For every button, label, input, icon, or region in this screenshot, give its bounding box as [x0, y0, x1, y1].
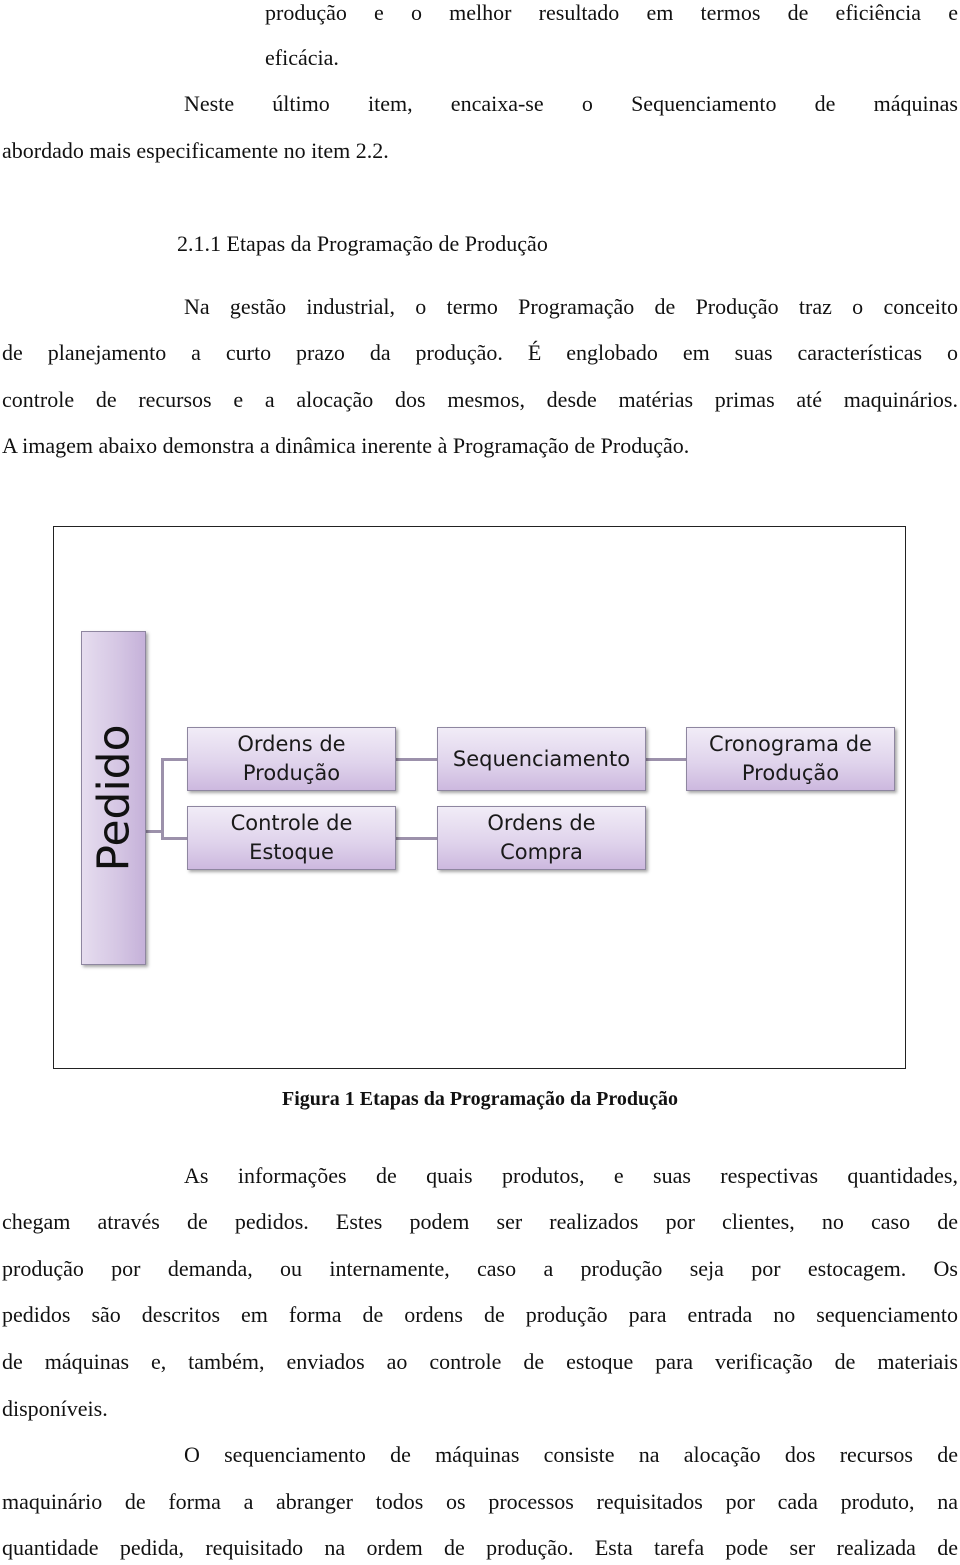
diagram-node-label: Cronograma de Produção [709, 732, 872, 785]
paragraph-line: de máquinas e, também, enviados ao contr… [2, 1349, 958, 1374]
diagram-node-ordens-compra: Ordens de Compra [437, 806, 646, 870]
paragraph-line: eficácia. [265, 45, 339, 70]
paragraph-line: produção por demanda, ou internamente, c… [2, 1256, 958, 1281]
diagram-node-label: Sequenciamento [452, 746, 631, 771]
diagram-node-label: Ordens de Compra [487, 811, 596, 864]
connector-line [395, 758, 437, 761]
diagram-node-label: Pedido [88, 724, 139, 872]
connector-line [161, 758, 187, 761]
diagram-node-label: Ordens de Produção [237, 732, 346, 785]
paragraph-line: A imagem abaixo demonstra a dinâmica ine… [2, 433, 690, 458]
paragraph-line: maquinário de forma a abranger todos os … [2, 1489, 958, 1514]
connector-line [161, 758, 164, 840]
paragraph-line: quantidade pedida, requisitado na ordem … [2, 1535, 958, 1560]
figure-caption: Figura 1 Etapas da Programação da Produç… [282, 1088, 678, 1110]
paragraph-line: Na gestão industrial, o termo Programaçã… [184, 294, 958, 319]
diagram-node-controle-estoque: Controle de Estoque [187, 806, 396, 870]
section-heading: 2.1.1 Etapas da Programação de Produção [177, 231, 548, 256]
connector-line [644, 758, 686, 761]
paragraph-line: chegam através de pedidos. Estes podem s… [2, 1209, 958, 1234]
diagram-node-label: Controle de Estoque [230, 811, 353, 864]
diagram-node-sequenciamento: Sequenciamento [437, 727, 646, 791]
paragraph-line: As informações de quais produtos, e suas… [184, 1163, 958, 1188]
diagram-node-cronograma: Cronograma de Produção [686, 727, 895, 791]
connector-line [161, 837, 187, 840]
paragraph-line: abordado mais especificamente no item 2.… [2, 138, 389, 163]
paragraph-line: Neste último item, encaixa-se o Sequenci… [184, 91, 958, 116]
paragraph-line: controle de recursos e a alocação dos me… [2, 387, 958, 412]
paragraph-line: disponíveis. [2, 1396, 108, 1421]
diagram-node-pedido: Pedido [81, 631, 146, 965]
paragraph-line: produção e o melhor resultado em termos … [265, 0, 958, 25]
diagram-node-ordens-producao: Ordens de Produção [187, 727, 396, 791]
paragraph-line: de planejamento a curto prazo da produçã… [2, 340, 958, 365]
paragraph-line: pedidos são descritos em forma de ordens… [2, 1302, 958, 1327]
paragraph-line: O sequenciamento de máquinas consiste na… [184, 1442, 958, 1467]
connector-line [395, 837, 437, 840]
figure-frame: Pedido Ordens de Produção Controle de Es… [53, 526, 906, 1069]
